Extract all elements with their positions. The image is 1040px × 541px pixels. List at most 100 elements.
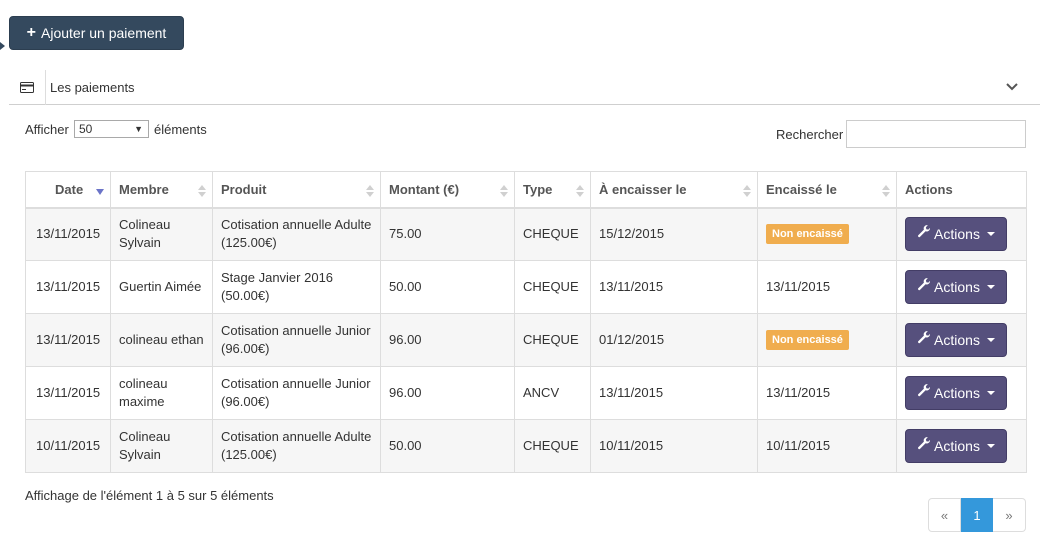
plus-icon: + — [26, 24, 37, 41]
cell-due-date: 13/11/2015 — [590, 366, 758, 420]
search-input[interactable] — [846, 120, 1026, 148]
cell-due-date: 10/11/2015 — [590, 419, 758, 473]
cell-actions: Actions — [896, 313, 1027, 367]
cell-amount: 96.00 — [380, 313, 515, 367]
actions-dropdown-button[interactable]: Actions — [905, 217, 1007, 252]
member-name-line: Colineau — [119, 429, 171, 444]
column-header-member[interactable]: Membre — [110, 171, 213, 209]
actions-label: Actions — [934, 438, 980, 454]
product-line: Stage Janvier 2016 — [221, 270, 334, 285]
wrench-icon — [917, 331, 931, 349]
column-header-product[interactable]: Produit — [212, 171, 381, 209]
panel-title: Les paiements — [50, 79, 135, 95]
table-row: 13/11/2015 colineau ethan Cotisation annue… — [25, 313, 1027, 367]
page-1-button[interactable]: 1 — [961, 498, 993, 532]
cell-type: CHEQUE — [514, 260, 591, 314]
caret-down-icon — [986, 391, 995, 395]
cell-product: Cotisation annuelle Junior (96.00€) — [212, 366, 381, 420]
cell-date: 10/11/2015 — [25, 419, 111, 473]
column-header-actions: Actions — [896, 171, 1027, 209]
column-header-label: Actions — [905, 181, 953, 197]
column-header-label: Montant (€) — [389, 181, 460, 197]
pagination: « 1 » — [928, 498, 1026, 532]
product-line: Cotisation annuelle Junior — [221, 376, 371, 391]
cell-actions: Actions — [896, 260, 1027, 314]
member-name-line: colineau — [119, 376, 168, 391]
cell-due-date: 13/11/2015 — [590, 260, 758, 314]
cell-type: ANCV — [514, 366, 591, 420]
actions-label: Actions — [934, 385, 980, 401]
payments-panel-header: Les paiements — [9, 69, 1040, 105]
cell-cashed-date: 13/11/2015 — [757, 260, 897, 314]
product-line: (125.00€) — [221, 447, 277, 462]
wrench-icon — [917, 278, 931, 296]
cashed-date-value: 13/11/2015 — [766, 385, 831, 400]
table-header-row: Date Membre Produit Montant (€) Type À e… — [25, 171, 1027, 209]
add-payment-label: Ajouter un paiement — [41, 25, 167, 41]
cell-product: Cotisation annuelle Adulte (125.00€) — [212, 207, 381, 261]
cell-type: CHEQUE — [514, 313, 591, 367]
wrench-icon — [917, 437, 931, 455]
column-header-label: Membre — [119, 181, 169, 197]
add-payment-button[interactable]: + Ajouter un paiement — [9, 16, 184, 50]
actions-dropdown-button[interactable]: Actions — [905, 376, 1007, 410]
member-name-line: maxime — [119, 394, 165, 409]
cell-member: Colineau Sylvain — [110, 207, 213, 261]
actions-label: Actions — [934, 332, 980, 348]
product-line: (50.00€) — [221, 288, 270, 303]
column-header-due-date[interactable]: À encaisser le — [590, 171, 758, 209]
next-page-button[interactable]: » — [993, 498, 1026, 532]
cell-date: 13/11/2015 — [25, 313, 111, 367]
table-info: Affichage de l'élément 1 à 5 sur 5 éléme… — [25, 488, 274, 503]
column-header-type[interactable]: Type — [514, 171, 591, 209]
column-header-label: Date — [55, 181, 84, 197]
cell-due-date: 01/12/2015 — [590, 313, 758, 367]
table-row: 13/11/2015 colineau maxime Cotisation annue… — [25, 366, 1027, 420]
cell-product: Cotisation annuelle Adulte (125.00€) — [212, 419, 381, 473]
actions-dropdown-button[interactable]: Actions — [905, 323, 1007, 357]
cell-cashed-date: Non encaissé — [757, 207, 897, 261]
member-name-line: colineau ethan — [119, 332, 204, 347]
status-badge: Non encaissé — [766, 224, 849, 245]
sort-icon — [198, 185, 206, 197]
sort-icon — [576, 185, 584, 197]
cell-date: 13/11/2015 — [25, 366, 111, 420]
page-length-value: 50 — [79, 122, 93, 136]
table-row: 13/11/2015 Guertin Aimée Stage Janvier 201… — [25, 260, 1027, 314]
cell-actions: Actions — [896, 207, 1027, 261]
cashed-date-value: 13/11/2015 — [766, 279, 831, 294]
cell-cashed-date: Non encaissé — [757, 313, 897, 367]
product-line: Cotisation annuelle Adulte — [221, 429, 372, 444]
previous-page-button[interactable]: « — [928, 498, 961, 532]
cell-type: CHEQUE — [514, 419, 591, 473]
wrench-icon — [917, 225, 931, 243]
page-length-select[interactable]: 50 ▼ — [74, 120, 149, 138]
cell-cashed-date: 10/11/2015 — [757, 419, 897, 473]
actions-label: Actions — [934, 226, 980, 243]
cell-member: colineau ethan — [110, 313, 213, 367]
cell-product: Cotisation annuelle Junior (96.00€) — [212, 313, 381, 367]
actions-dropdown-button[interactable]: Actions — [905, 429, 1007, 463]
column-header-date[interactable]: Date — [25, 171, 111, 209]
caret-down-icon — [986, 232, 995, 237]
sort-icon — [743, 185, 751, 197]
column-header-amount[interactable]: Montant (€) — [380, 171, 515, 209]
cell-member: Colineau Sylvain — [110, 419, 213, 473]
column-header-cashed-date[interactable]: Encaissé le — [757, 171, 897, 209]
cashed-date-value: 10/11/2015 — [766, 438, 831, 453]
cell-type: CHEQUE — [514, 207, 591, 261]
actions-dropdown-button[interactable]: Actions — [905, 270, 1007, 304]
product-line: (96.00€) — [221, 394, 270, 409]
cell-member: colineau maxime — [110, 366, 213, 420]
chevron-down-icon[interactable] — [1004, 79, 1020, 95]
cell-amount: 75.00 — [380, 207, 515, 261]
caret-down-icon — [986, 285, 995, 289]
cell-cashed-date: 13/11/2015 — [757, 366, 897, 420]
sort-desc-icon — [96, 189, 104, 195]
cell-amount: 96.00 — [380, 366, 515, 420]
dropdown-caret-icon: ▼ — [134, 124, 143, 134]
length-prefix: Afficher — [25, 122, 69, 137]
cell-amount: 50.00 — [380, 419, 515, 473]
cell-product: Stage Janvier 2016 (50.00€) — [212, 260, 381, 314]
cell-due-date: 15/12/2015 — [590, 207, 758, 261]
